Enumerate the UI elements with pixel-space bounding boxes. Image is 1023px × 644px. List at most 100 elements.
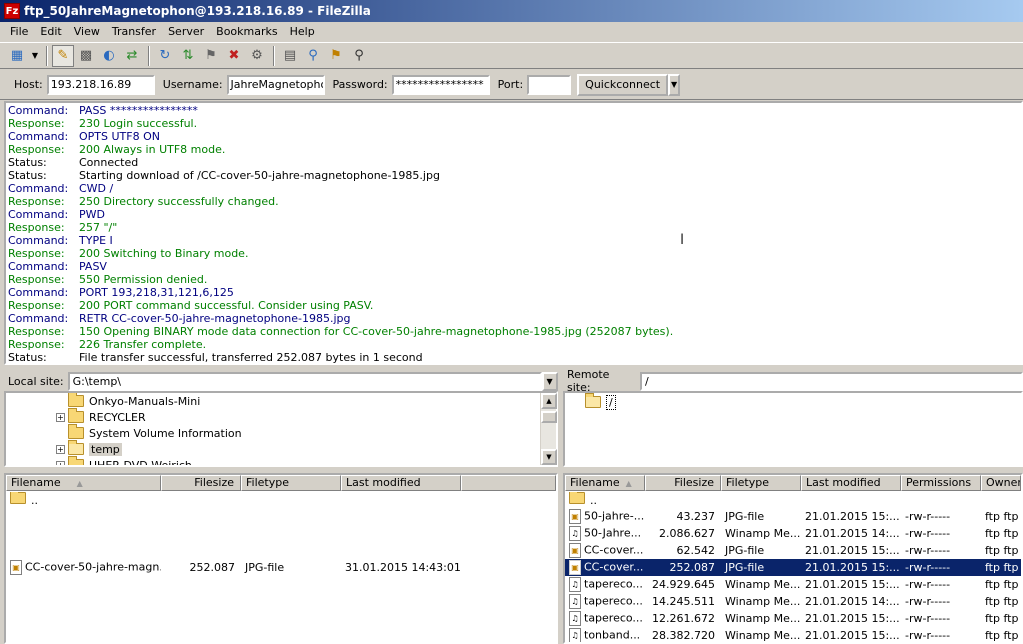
file-row[interactable]: .. bbox=[565, 491, 1021, 508]
file-modified: 21.01.2015 15:... bbox=[805, 544, 900, 557]
file-row[interactable]: ♫ tapereco... 24.929.645 Winamp Me... 21.01.… bbox=[565, 576, 1021, 593]
file-row[interactable]: ▣ 50-jahre-... 43.237 JPG-file 21.01.2015 15… bbox=[565, 508, 1021, 525]
file-type: Winamp Me... bbox=[725, 527, 801, 540]
local-site-path-input[interactable]: G:\temp\ bbox=[67, 371, 542, 391]
file-row[interactable]: ♫ tonband... 28.382.720 Winamp Me... 21.01.2… bbox=[565, 627, 1021, 642]
file-row[interactable]: ♫ tapereco... 14.245.511 Winamp Me... 21.01.… bbox=[565, 593, 1021, 610]
file-row[interactable]: ▣ CC-cover... 62.542 JPG-file 21.01.2015 15:… bbox=[565, 542, 1021, 559]
site-manager-icon[interactable]: ▦ bbox=[6, 45, 28, 67]
quickconnect-dropdown-icon[interactable]: ▼ bbox=[668, 73, 681, 96]
file-row[interactable]: .. bbox=[6, 491, 556, 508]
tree-item[interactable]: / bbox=[573, 393, 1021, 410]
compare-directories-icon[interactable]: ⚲ bbox=[302, 45, 324, 67]
log-row: Response: 250 Directory successfully chan… bbox=[6, 195, 1021, 208]
remote-site-path-input[interactable]: / bbox=[639, 371, 1023, 391]
log-message: Starting download of /CC-cover-50-jahre-… bbox=[79, 169, 440, 182]
local-site-dropdown-icon[interactable]: ▼ bbox=[541, 371, 558, 391]
scroll-up-icon[interactable]: ▲ bbox=[541, 393, 557, 409]
toggle-message-log-icon[interactable]: ✎ bbox=[52, 44, 74, 67]
password-input[interactable]: **************** bbox=[391, 74, 490, 95]
file-row[interactable]: ▣ CC-cover-50-jahre-magn... 252.087 JPG-fil… bbox=[6, 559, 556, 576]
cancel-icon[interactable]: ⚑ bbox=[200, 45, 222, 67]
local-directory-tree[interactable]: Onkyo-Manuals-Mini + RECYCLER System Volume… bbox=[4, 391, 558, 467]
log-message: PASS **************** bbox=[79, 104, 198, 117]
tree-item[interactable]: + temp bbox=[56, 440, 556, 457]
log-type: Command: bbox=[8, 182, 69, 195]
expand-icon[interactable]: + bbox=[56, 444, 65, 454]
column-filename[interactable]: Filename ▲ bbox=[6, 475, 161, 491]
column-last-modified[interactable]: Last modified bbox=[801, 475, 901, 491]
tree-item[interactable]: + RECYCLER bbox=[56, 408, 556, 425]
file-name: tonband... bbox=[584, 628, 641, 642]
file-permissions: -rw-r----- bbox=[905, 629, 951, 642]
tree-item-label: System Volume Information bbox=[89, 426, 242, 440]
expand-icon[interactable]: + bbox=[56, 460, 65, 465]
window-title: ftp_50JahreMagnetophon@193.218.16.89 - F… bbox=[24, 4, 371, 18]
scroll-thumb[interactable] bbox=[541, 411, 557, 423]
file-name: CC-cover... bbox=[584, 560, 644, 574]
file-type: JPG-file bbox=[725, 544, 765, 557]
dropdown-arrow-icon[interactable]: ▼ bbox=[29, 45, 41, 67]
column-filler bbox=[461, 475, 556, 491]
menu-transfer[interactable]: Transfer bbox=[106, 25, 162, 38]
remote-file-list[interactable]: Filename ▲ Filesize Filetype Last modifie… bbox=[563, 473, 1023, 644]
toggle-local-tree-icon[interactable]: ▩ bbox=[75, 45, 97, 67]
menu-view[interactable]: View bbox=[68, 25, 106, 38]
column-last-modified[interactable]: Last modified bbox=[341, 475, 461, 491]
expander-spacer bbox=[573, 397, 582, 407]
file-row[interactable]: ♫ 50-Jahre... 2.086.627 Winamp Me... 21.01.2… bbox=[565, 525, 1021, 542]
image-file-icon: ▣ bbox=[10, 560, 22, 575]
local-file-list[interactable]: Filename ▲ Filesize Filetype Last modifie… bbox=[4, 473, 558, 644]
log-type: Response: bbox=[8, 143, 65, 156]
column-owner-group[interactable]: Owner/G bbox=[981, 475, 1021, 491]
quickconnect-bar: Host: 193.218.16.89 Username: JahreMagne… bbox=[0, 70, 1023, 100]
file-row[interactable]: ▣ CC-cover... 252.087 JPG-file 21.01.2015 15… bbox=[565, 559, 1021, 576]
reconnect-icon[interactable]: ⚙ bbox=[246, 45, 268, 67]
column-filename[interactable]: Filename ▲ bbox=[565, 475, 645, 491]
column-permissions[interactable]: Permissions bbox=[901, 475, 981, 491]
sync-browsing-icon[interactable]: ⚑ bbox=[325, 45, 347, 67]
disconnect-icon[interactable]: ✖ bbox=[223, 45, 245, 67]
tree-item[interactable]: + UHER-DVD-Weirich bbox=[56, 456, 556, 465]
file-type: JPG-file bbox=[725, 510, 765, 523]
menu-file[interactable]: File bbox=[4, 25, 34, 38]
port-label: Port: bbox=[497, 78, 524, 91]
expand-icon[interactable]: + bbox=[56, 412, 65, 422]
image-file-icon: ▣ bbox=[569, 560, 581, 575]
remote-directory-tree[interactable]: / bbox=[563, 391, 1023, 467]
column-filetype[interactable]: Filetype bbox=[721, 475, 801, 491]
local-site-label: Local site: bbox=[8, 374, 64, 388]
tree-item[interactable]: Onkyo-Manuals-Mini bbox=[56, 393, 556, 409]
audio-file-icon: ♫ bbox=[569, 577, 581, 592]
menu-bookmarks[interactable]: Bookmarks bbox=[210, 25, 283, 38]
scroll-down-icon[interactable]: ▼ bbox=[541, 449, 557, 465]
search-icon[interactable]: ⚲ bbox=[348, 45, 370, 67]
menu-help[interactable]: Help bbox=[284, 25, 321, 38]
column-filesize[interactable]: Filesize bbox=[645, 475, 721, 491]
menu-edit[interactable]: Edit bbox=[34, 25, 67, 38]
file-row[interactable]: ♫ tapereco... 12.261.672 Winamp Me... 21.01.… bbox=[565, 610, 1021, 627]
tree-item-label: RECYCLER bbox=[89, 410, 146, 424]
local-tree-scrollbar[interactable]: ▲ ▼ bbox=[540, 393, 557, 465]
username-input[interactable]: JahreMagnetophon bbox=[226, 74, 325, 95]
log-message: File transfer successful, transferred 25… bbox=[79, 351, 423, 364]
tree-item[interactable]: System Volume Information bbox=[56, 424, 556, 441]
remote-list-header: Filename ▲ Filesize Filetype Last modifie… bbox=[565, 475, 1021, 491]
file-modified: 21.01.2015 15:... bbox=[805, 510, 900, 523]
file-permissions: -rw-r----- bbox=[905, 527, 951, 540]
message-log[interactable]: Command: PASS **************** Response: 23… bbox=[4, 101, 1023, 365]
column-filetype[interactable]: Filetype bbox=[241, 475, 341, 491]
port-input[interactable] bbox=[527, 74, 572, 95]
refresh-icon[interactable]: ↻ bbox=[154, 45, 176, 67]
directory-listing-filters-icon[interactable]: ▤ bbox=[279, 45, 301, 67]
column-filesize[interactable]: Filesize bbox=[161, 475, 241, 491]
process-queue-icon[interactable]: ⇅ bbox=[177, 45, 199, 67]
menu-server[interactable]: Server bbox=[162, 25, 210, 38]
tree-item-label: Onkyo-Manuals-Mini bbox=[89, 394, 201, 408]
toggle-transfer-queue-icon[interactable]: ⇄ bbox=[121, 45, 143, 67]
quickconnect-button[interactable]: Quickconnect bbox=[577, 73, 669, 96]
log-type: Response: bbox=[8, 325, 65, 338]
file-name-cell: ♫ tonband... bbox=[565, 628, 645, 642]
toggle-remote-tree-icon[interactable]: ◐ bbox=[98, 45, 120, 67]
host-input[interactable]: 193.218.16.89 bbox=[46, 74, 155, 95]
